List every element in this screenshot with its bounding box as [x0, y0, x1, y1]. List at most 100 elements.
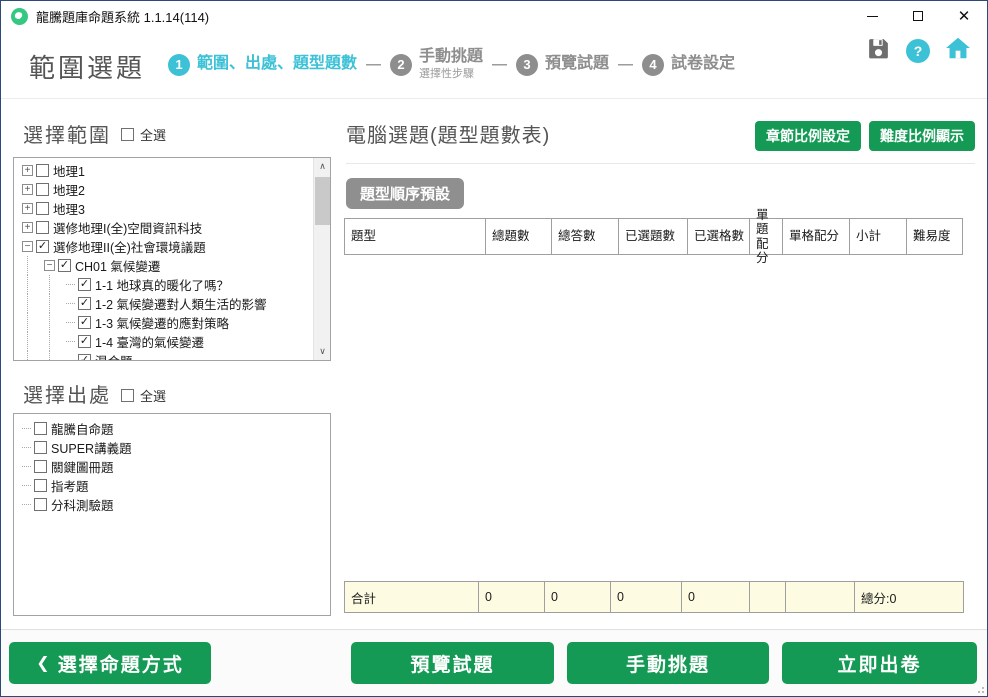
- tree-item-checkbox[interactable]: ✓: [78, 316, 91, 329]
- difficulty-ratio-button[interactable]: 難度比例顯示: [869, 121, 975, 151]
- tree-item-checkbox[interactable]: [36, 221, 49, 234]
- list-item-label: 指考題: [51, 476, 89, 495]
- collapse-icon[interactable]: −: [44, 260, 55, 271]
- type-order-tab[interactable]: 題型順序預設: [346, 178, 464, 209]
- tree-guide: [49, 332, 66, 351]
- tree-item-label: 混合題: [95, 351, 133, 360]
- source-select-all: 全選: [121, 386, 166, 405]
- manual-pick-button[interactable]: 手動挑題: [567, 642, 769, 684]
- tree-connector: [22, 447, 31, 448]
- list-item-checkbox[interactable]: [34, 479, 47, 492]
- step-separator: —: [366, 56, 381, 73]
- expand-icon[interactable]: +: [22, 184, 33, 195]
- expand-icon[interactable]: +: [22, 222, 33, 233]
- list-item[interactable]: 龍騰自命題: [14, 419, 330, 438]
- list-item[interactable]: 分科測驗題: [14, 495, 330, 514]
- tree-guide: [49, 275, 66, 294]
- tree-item-checkbox[interactable]: ✓: [58, 259, 71, 272]
- list-item-label: 龍騰自命題: [51, 419, 114, 438]
- column-header: 已選題數: [618, 218, 688, 255]
- tree-item-checkbox[interactable]: [36, 202, 49, 215]
- step-2[interactable]: 2手動挑題選擇性步驟: [390, 48, 483, 80]
- tree-guide: [27, 332, 44, 351]
- summary-cell: 總分:0: [854, 581, 964, 613]
- list-item[interactable]: SUPER講義題: [14, 438, 330, 457]
- preview-button[interactable]: 預覽試題: [351, 642, 554, 684]
- tree-item[interactable]: +地理3: [14, 199, 313, 218]
- scroll-up-icon[interactable]: ∧: [314, 158, 331, 175]
- help-icon[interactable]: ?: [906, 39, 930, 63]
- tree-item[interactable]: −✓選修地理II(全)社會環境議題: [14, 237, 313, 256]
- generate-exam-button[interactable]: 立即出卷: [782, 642, 977, 684]
- chapter-ratio-button[interactable]: 章節比例設定: [755, 121, 861, 151]
- app-title: 龍騰題庫命題系統 1.1.14(114): [36, 7, 209, 26]
- tree-item-checkbox[interactable]: [36, 183, 49, 196]
- scope-select-all-checkbox[interactable]: [121, 128, 134, 141]
- resize-grip[interactable]: [976, 685, 984, 693]
- scope-select-all-label: 全選: [140, 125, 166, 144]
- back-button[interactable]: ❮ 選擇命題方式: [9, 642, 211, 684]
- collapse-icon[interactable]: −: [22, 241, 33, 252]
- tree-item-checkbox[interactable]: ✓: [78, 278, 91, 291]
- app-logo-icon: [11, 8, 28, 25]
- page-header: 範圍選題 1範圍、出處、題型題數—2手動挑題選擇性步驟—3預覽試題—4試卷設定: [1, 31, 987, 99]
- tree-item-checkbox[interactable]: ✓: [78, 297, 91, 310]
- tree-item-checkbox[interactable]: [36, 164, 49, 177]
- tree-item[interactable]: ✓ 1-2 氣候變遷對人類生活的影響: [14, 294, 313, 313]
- step-number-badge: 1: [168, 54, 190, 76]
- step-3[interactable]: 3預覽試題: [516, 54, 609, 76]
- list-item-checkbox[interactable]: [34, 460, 47, 473]
- tree-item[interactable]: +選修地理I(全)空間資訊科技: [14, 218, 313, 237]
- summary-cell: [749, 581, 786, 613]
- expand-icon[interactable]: +: [22, 203, 33, 214]
- tree-item[interactable]: ✓ 1-4 臺灣的氣候變遷: [14, 332, 313, 351]
- list-item-checkbox[interactable]: [34, 441, 47, 454]
- tree-item-label: 1-4 臺灣的氣候變遷: [95, 332, 204, 351]
- list-item[interactable]: 關鍵圖冊題: [14, 457, 330, 476]
- tree-item[interactable]: +地理2: [14, 180, 313, 199]
- summary-cell: 合計: [344, 581, 479, 613]
- tree-item[interactable]: ✓ 1-1 地球真的暖化了嗎？: [14, 275, 313, 294]
- tree-item[interactable]: −✓CH01 氣候變遷: [14, 256, 313, 275]
- tree-item-label: 1-1 地球真的暖化了嗎？: [95, 275, 229, 294]
- list-item-label: 分科測驗題: [51, 495, 114, 514]
- back-button-label: 選擇命題方式: [58, 650, 184, 677]
- save-icon[interactable]: [866, 36, 891, 66]
- ratio-buttons: 章節比例設定 難度比例顯示: [755, 121, 975, 151]
- title-bar: 龍騰題庫命題系統 1.1.14(114) ✕: [1, 1, 987, 31]
- tree-item[interactable]: ✓1-3 氣候變遷的應對策略: [14, 313, 313, 332]
- tree-connector: [22, 504, 31, 505]
- tree-item-checkbox[interactable]: ✓: [36, 240, 49, 253]
- tree-item-checkbox[interactable]: ✓: [78, 335, 91, 348]
- step-4[interactable]: 4試卷設定: [642, 54, 735, 76]
- home-icon[interactable]: [945, 35, 971, 66]
- tree-connector: [22, 428, 31, 429]
- close-button[interactable]: ✕: [941, 1, 987, 31]
- step-label: 試卷設定: [671, 55, 735, 73]
- column-header: 總題數: [485, 218, 552, 255]
- tree-item[interactable]: ✓ 混合題: [14, 351, 313, 360]
- list-item-checkbox[interactable]: [34, 422, 47, 435]
- summary-cell: [785, 581, 855, 613]
- summary-cell: 0: [478, 581, 545, 613]
- list-item-checkbox[interactable]: [34, 498, 47, 511]
- source-select-all-checkbox[interactable]: [121, 389, 134, 402]
- bottom-bar: ❮ 選擇命題方式 預覽試題 手動挑題 立即出卷: [1, 629, 987, 696]
- tree-item-checkbox[interactable]: ✓: [78, 354, 91, 360]
- minimize-button[interactable]: [849, 1, 895, 31]
- scrollbar-thumb[interactable]: [315, 177, 330, 225]
- maximize-button[interactable]: [895, 1, 941, 31]
- list-item-label: SUPER講義題: [51, 438, 132, 457]
- tree-scrollbar[interactable]: ∧ ∨: [313, 158, 330, 360]
- tree-item[interactable]: +地理1: [14, 161, 313, 180]
- scroll-down-icon[interactable]: ∨: [314, 343, 331, 360]
- tree-guide: [27, 351, 44, 360]
- computer-panel-title: 電腦選題(題型題數表): [346, 119, 550, 148]
- list-item[interactable]: 指考題: [14, 476, 330, 495]
- expand-icon[interactable]: +: [22, 165, 33, 176]
- tree-item-label: 1-2 氣候變遷對人類生活的影響: [95, 294, 267, 313]
- column-header: 單題配分: [749, 218, 783, 255]
- panel-divider: [346, 163, 975, 164]
- scope-tree: +地理1+地理2+地理3+選修地理I(全)空間資訊科技−✓選修地理II(全)社會…: [14, 158, 313, 360]
- step-1[interactable]: 1範圍、出處、題型題數: [168, 54, 357, 76]
